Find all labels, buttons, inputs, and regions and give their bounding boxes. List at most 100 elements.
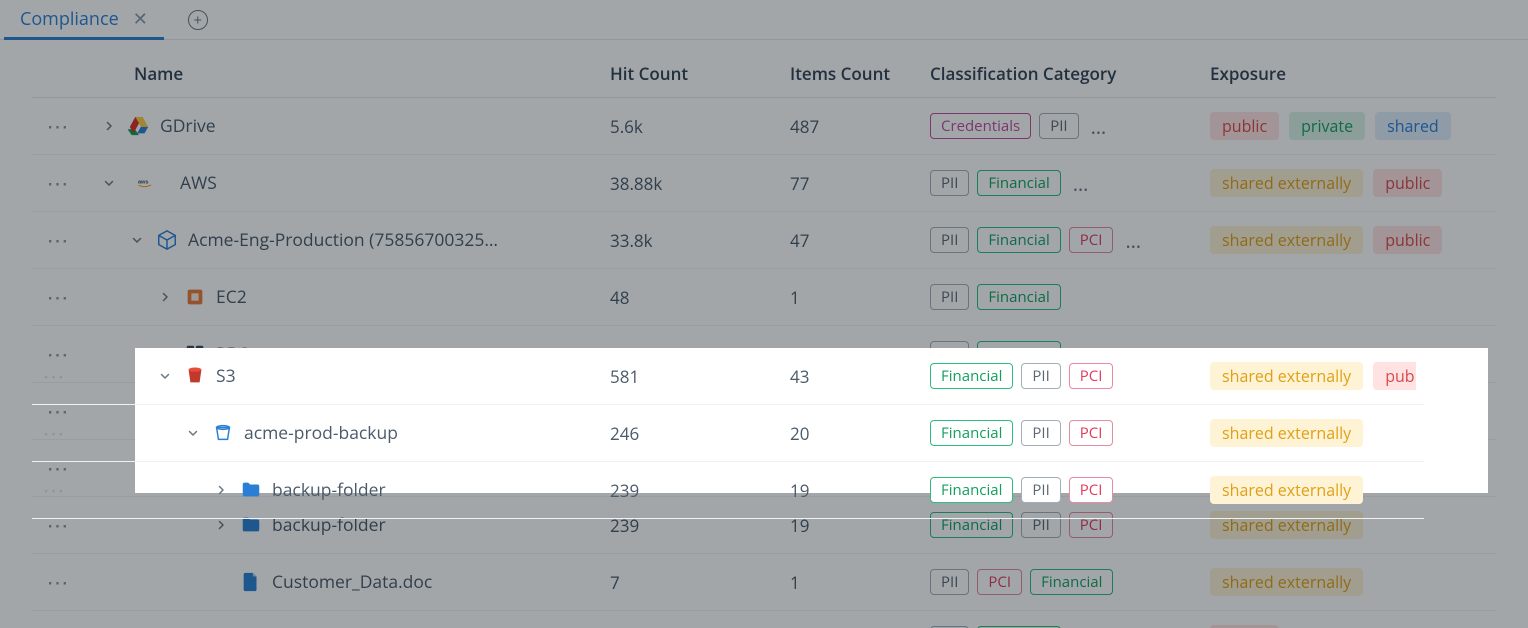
folder-icon [240,479,262,501]
items-count: 43 [782,348,922,405]
more-tags-icon[interactable]: … [1121,227,1145,254]
table-row[interactable]: ⋯EC2481PIIFinancial [32,269,1496,326]
tag-pii[interactable]: PII [930,569,969,595]
exposure-pills: shared externally [1210,419,1416,447]
tag-financial[interactable]: Financial [930,363,1013,389]
tag-financial[interactable]: Financial [977,284,1060,310]
exposure-pills: shared externally public [1210,226,1488,254]
pill-shared-ext[interactable]: shared externally [1210,419,1363,447]
table-row[interactable]: ⋯S358143FinancialPIIPCIshared externally… [32,348,1424,405]
pill-shared-ext[interactable]: shared externally [1210,362,1363,390]
tag-pci[interactable]: PCI [977,569,1022,595]
tag-financial[interactable]: Financial [1030,569,1113,595]
tag-credentials[interactable]: Credentials [930,113,1031,139]
hit-count: 7 [602,554,782,611]
tab-bar: Compliance ✕ + [0,0,1528,40]
row-actions-icon[interactable]: ⋯ [32,554,82,611]
tag-pci[interactable]: PCI [1069,477,1114,503]
aws-icon [128,172,170,194]
tag-financial[interactable]: Financial [930,477,1013,503]
classification-tags: Credentials PII … [930,113,1194,140]
more-tags-icon[interactable]: … [1087,113,1111,140]
tag-pii[interactable]: PII [1021,420,1060,446]
row-actions-icon[interactable]: ⋯ [32,611,82,628]
chevron-placeholder [212,573,230,591]
items-count: 4 [782,611,922,628]
close-icon[interactable]: ✕ [133,7,148,31]
tag-pci[interactable]: PCI [1069,420,1114,446]
pill-shared-ext[interactable]: shared externally [1210,476,1363,504]
ec2-icon [184,286,206,308]
table-row[interactable]: ⋯AWS38.88k77PIIFinancial…shared external… [32,155,1496,212]
table-row[interactable]: ⋯GDrive5.6k487CredentialsPII…publicpriva… [32,98,1496,155]
row-actions-icon[interactable]: ⋯ [32,462,82,519]
classification-tags: PII Financial [930,284,1194,310]
classification-tags: Financial PII PCI [930,477,1194,503]
row-actions-icon[interactable]: ⋯ [32,98,82,155]
col-hits[interactable]: Hit Count [602,50,782,98]
table-row[interactable]: ⋯acme-prod-customers964PIIFinancialpubli… [32,611,1496,628]
tag-pii[interactable]: PII [930,170,969,196]
tag-financial[interactable]: Financial [977,170,1060,196]
exposure-pills: shared externally public [1210,169,1488,197]
chevron-down-icon[interactable] [184,424,202,442]
tag-pii[interactable]: PII [930,227,969,253]
row-label: backup-folder [272,478,386,502]
col-name[interactable]: Name [82,50,602,98]
tag-pii[interactable]: PII [1039,113,1078,139]
table-row[interactable]: ⋯backup-folder23919FinancialPIIPCIshared… [32,462,1424,519]
tag-pii[interactable]: PII [1021,363,1060,389]
pill-shared-ext[interactable]: shared externally [1210,226,1363,254]
items-count: 1 [782,554,922,611]
hit-count: 239 [602,462,782,519]
pill-private[interactable]: private [1289,112,1365,140]
row-actions-icon[interactable]: ⋯ [32,155,82,212]
items-count: 77 [782,155,922,212]
tag-financial[interactable]: Financial [930,420,1013,446]
items-count: 47 [782,212,922,269]
results-table: Name Hit Count Items Count Classificatio… [32,50,1496,628]
hit-count: 5.6k [602,98,782,155]
file-icon [240,571,262,593]
table-header-row: Name Hit Count Items Count Classificatio… [32,50,1496,98]
chevron-down-icon[interactable] [100,174,118,192]
more-tags-icon[interactable]: … [1069,170,1093,197]
pill-public[interactable]: public [1210,112,1279,140]
pill-shared[interactable]: shared [1375,112,1451,140]
table-row[interactable]: ⋯Acme-Eng-Production (75856700325…33.8k4… [32,212,1496,269]
row-label: GDrive [160,114,216,138]
chevron-right-icon[interactable] [212,481,230,499]
tag-pci[interactable]: PCI [1069,363,1114,389]
row-label: Acme-Eng-Production (75856700325… [188,228,498,252]
chevron-right-icon[interactable] [100,117,118,135]
row-label: EC2 [216,285,247,309]
pill-public[interactable]: public [1373,226,1442,254]
row-label: AWS [180,171,217,195]
gdrive-icon [128,115,150,137]
tab-compliance[interactable]: Compliance ✕ [4,0,164,40]
tag-pii[interactable]: PII [930,284,969,310]
col-expo[interactable]: Exposure [1202,50,1496,98]
chevron-right-icon[interactable] [156,288,174,306]
chevron-down-icon[interactable] [156,367,174,385]
row-actions-icon[interactable]: ⋯ [32,212,82,269]
pill-public[interactable]: public [1373,169,1442,197]
row-actions-icon[interactable]: ⋯ [32,269,82,326]
pill-shared-ext[interactable]: shared externally [1210,169,1363,197]
tag-financial[interactable]: Financial [977,227,1060,253]
col-items[interactable]: Items Count [782,50,922,98]
row-actions-icon[interactable]: ⋯ [32,405,82,462]
row-actions-icon[interactable]: ⋯ [32,348,82,405]
table-row[interactable]: ⋯acme-prod-backup24620FinancialPIIPCIsha… [32,405,1424,462]
tag-pii[interactable]: PII [1021,477,1060,503]
table-row[interactable]: ⋯Customer_Data.doc71PIIPCIFinancialshare… [32,554,1496,611]
pill-shared-ext[interactable]: shared externally [1210,568,1363,596]
classification-tags: Financial PII PCI [930,363,1194,389]
chevron-down-icon[interactable] [128,231,146,249]
pill-public[interactable]: public [1373,362,1416,390]
exposure-pills: shared externally [1210,568,1488,596]
tag-pci[interactable]: PCI [1069,227,1114,253]
items-count: 20 [782,405,922,462]
col-classif[interactable]: Classification Category [922,50,1202,98]
add-tab-button[interactable]: + [188,10,208,30]
